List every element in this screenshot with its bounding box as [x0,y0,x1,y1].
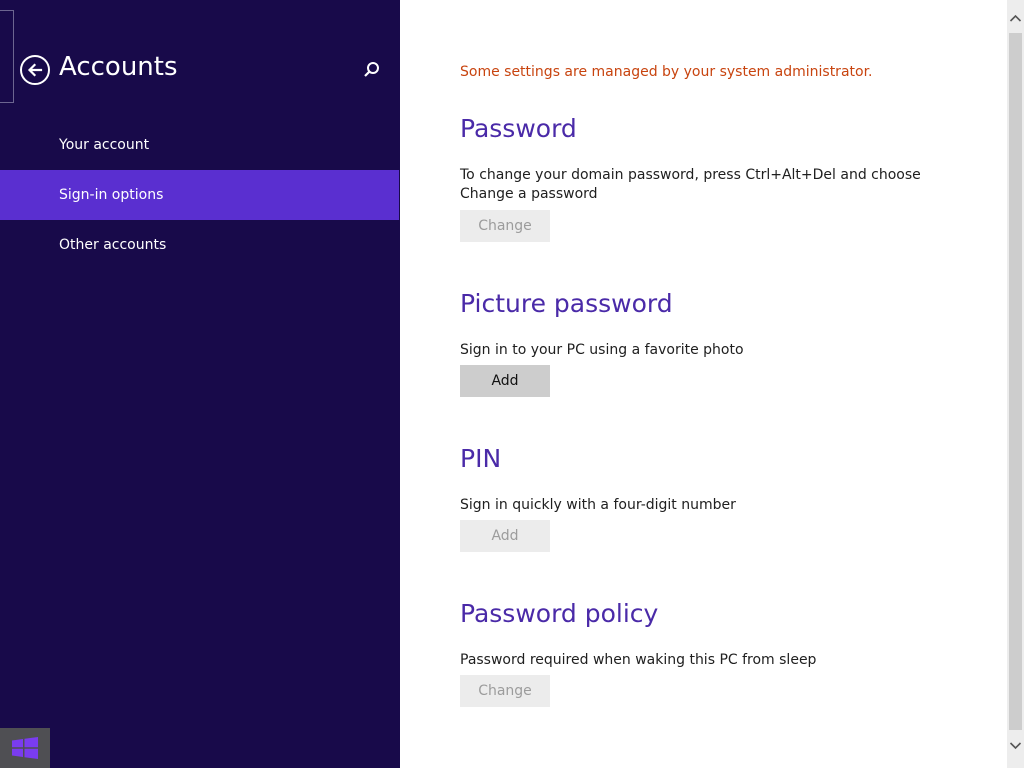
pin-add-button[interactable]: Add [460,520,550,552]
search-icon [364,62,379,77]
edge-strip [0,10,14,103]
nav-item-label: Other accounts [59,237,167,253]
nav-item-your-account[interactable]: Your account [0,120,399,170]
scroll-thumb[interactable] [1009,33,1022,730]
vertical-scrollbar[interactable] [1007,0,1024,768]
section-heading-password: Password [460,114,577,143]
settings-window: Accounts Your account Sign-in options Ot… [0,0,1024,768]
nav-pane: Accounts Your account Sign-in options Ot… [0,0,400,768]
nav-item-other-accounts[interactable]: Other accounts [0,220,399,270]
start-button[interactable] [0,728,50,768]
scroll-down-button[interactable] [1007,736,1024,756]
admin-notice: Some settings are managed by your system… [460,64,873,80]
picture-password-add-button[interactable]: Add [460,365,550,397]
scroll-up-button[interactable] [1007,8,1024,28]
page-title: Accounts [59,52,178,82]
section-heading-pin: PIN [460,444,502,473]
content-pane: Some settings are managed by your system… [400,0,1007,768]
password-policy-change-button[interactable]: Change [460,675,550,707]
section-heading-picture-password: Picture password [460,289,673,318]
nav-item-sign-in-options[interactable]: Sign-in options [0,170,399,220]
section-description-password: To change your domain password, press Ct… [460,167,921,202]
back-button[interactable] [20,55,50,85]
nav-item-label: Sign-in options [59,187,164,203]
chevron-down-icon [1009,742,1022,750]
windows-logo-icon [12,737,38,759]
section-description-pin: Sign in quickly with a four-digit number [460,497,736,513]
nav-item-label: Your account [59,137,150,153]
section-description-picture-password: Sign in to your PC using a favorite phot… [460,342,744,358]
password-change-button[interactable]: Change [460,210,550,242]
search-button[interactable] [360,60,382,82]
section-heading-password-policy: Password policy [460,599,659,628]
chevron-up-icon [1009,14,1022,22]
back-arrow-icon [27,63,43,77]
section-description-password-policy: Password required when waking this PC fr… [460,652,817,668]
